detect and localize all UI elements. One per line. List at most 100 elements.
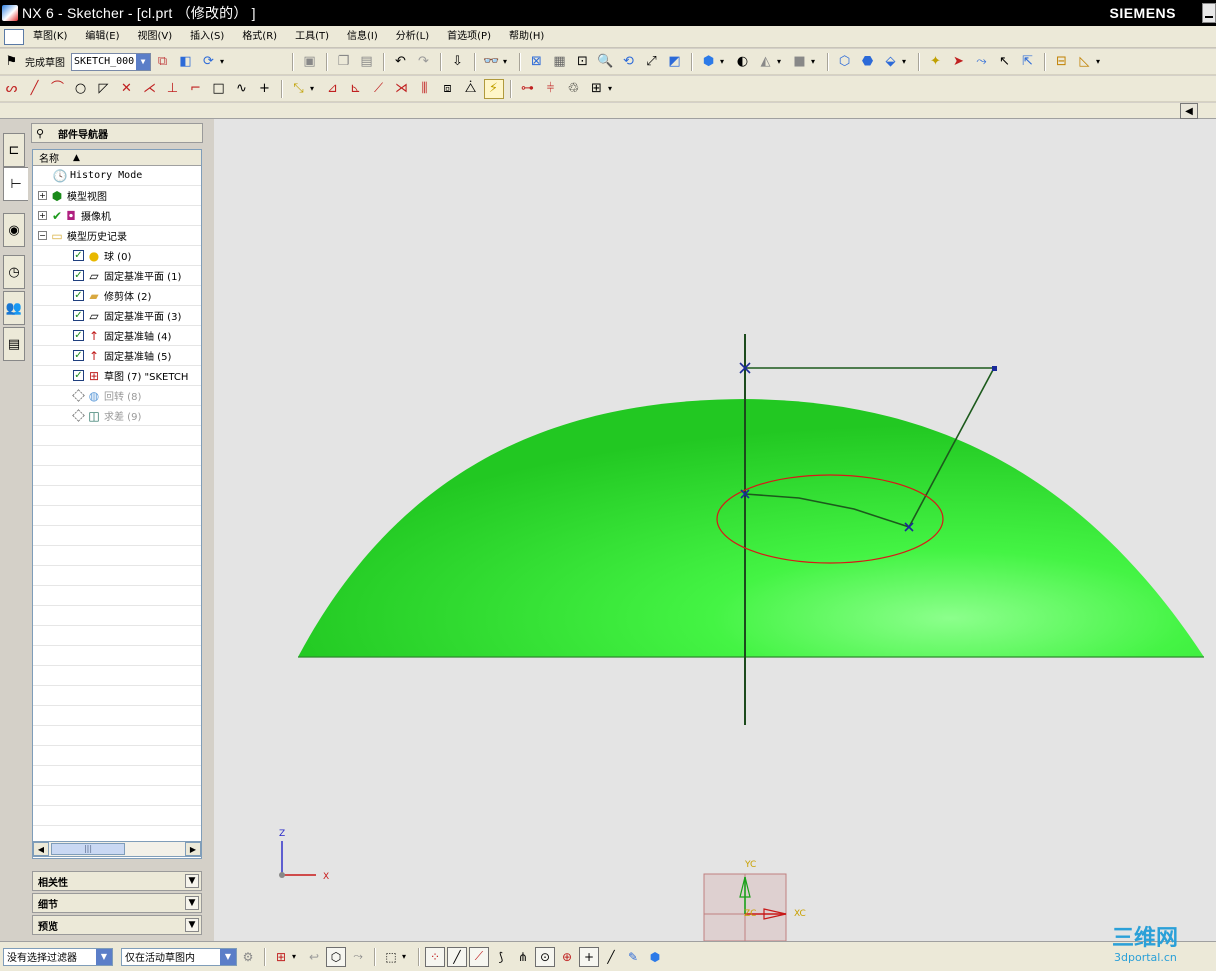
visibility-checkbox[interactable]: ✓ [73, 290, 84, 301]
roles-icon[interactable]: 👓 [482, 52, 502, 72]
pan-icon[interactable]: ⤢ [642, 52, 662, 72]
chevron-down-icon[interactable]: ▼ [96, 948, 112, 965]
reattach-icon[interactable]: ◧ [176, 52, 196, 72]
select-all-icon[interactable]: ⤳ [972, 52, 992, 72]
inferred-constraints-icon[interactable]: ⚡ [483, 78, 504, 99]
chevron-down-icon[interactable]: ▼ [185, 896, 199, 910]
horizontal-scrollbar[interactable]: ◀ ||| ▶ [32, 841, 202, 857]
chevron-down-icon[interactable]: ▾ [1096, 57, 1103, 66]
tree-row-model-history[interactable]: − ▭ 模型历史记录 [33, 226, 201, 246]
visibility-checkbox[interactable]: ✓ [73, 270, 84, 281]
tree-row-feature[interactable]: ✓ ⊞ 草图 (7) "SKETCH [33, 366, 201, 386]
panel-preview[interactable]: 预览 ▼ [32, 915, 202, 935]
zoom-icon[interactable]: 🔍 [596, 52, 616, 72]
pin-icon[interactable]: ⚲ [36, 127, 50, 140]
menu-insert[interactable]: 插入(S) [181, 26, 233, 48]
model-cube-icon[interactable]: ⬢ [645, 947, 665, 967]
chevron-down-icon[interactable]: ▾ [220, 57, 227, 66]
visibility-checkbox[interactable]: ✓ [73, 310, 84, 321]
constraints-icon[interactable]: ⊿ [323, 79, 343, 99]
expand-icon[interactable]: + [38, 211, 47, 220]
pen-icon[interactable]: ✎ [623, 947, 643, 967]
chevron-down-icon[interactable]: ▾ [503, 57, 510, 66]
chevron-down-icon[interactable]: ▾ [608, 84, 615, 93]
corner-icon[interactable]: ⊥ [163, 79, 183, 99]
save-icon[interactable]: ▣ [300, 52, 320, 72]
snap-point-icon[interactable]: ⊞ [271, 947, 291, 967]
expand-icon[interactable]: + [38, 191, 47, 200]
menu-sketch[interactable]: 草图(K) [24, 26, 76, 48]
collapse-arrow-icon[interactable]: ◀ [1180, 103, 1198, 119]
sphere-body[interactable] [298, 399, 1204, 657]
menu-help[interactable]: 帮助(H) [500, 26, 553, 48]
orient-view-icon[interactable]: ⬡ [835, 52, 855, 72]
zoom-window-icon[interactable]: ▦ [550, 52, 570, 72]
chevron-down-icon[interactable]: ▾ [310, 84, 317, 93]
chevron-down-icon[interactable]: ▾ [402, 952, 409, 961]
redo-icon[interactable]: ↷ [414, 52, 434, 72]
tree-row-history-mode[interactable]: 🕓 History Mode [33, 166, 201, 186]
rendering-style-icon[interactable]: ⬢ [699, 52, 719, 72]
line-icon[interactable]: ╱ [25, 79, 45, 99]
layer-icon[interactable]: ■ [790, 52, 810, 72]
chevron-down-icon[interactable]: ▼ [220, 948, 236, 965]
scroll-thumb[interactable]: ||| [51, 843, 125, 855]
angle-icon[interactable]: ◺ [1075, 52, 1095, 72]
copy-icon[interactable]: ❐ [334, 52, 354, 72]
rotate-icon[interactable]: ⟲ [619, 52, 639, 72]
scroll-left-icon[interactable]: ◀ [33, 842, 49, 856]
scroll-right-icon[interactable]: ▶ [185, 842, 201, 856]
visibility-checkbox[interactable]: ✓ [73, 250, 84, 261]
background-icon[interactable]: ◭ [756, 52, 776, 72]
assembly-navigator-tab-icon[interactable]: ⊏ [3, 133, 25, 167]
column-header-name[interactable]: 名称 ▲ [33, 150, 201, 166]
tree-row-feature-suppressed[interactable]: ✓ ◍ 回转 (8) [33, 386, 201, 406]
quick-extend-icon[interactable]: ⋌ [140, 79, 160, 99]
chevron-down-icon[interactable]: ▾ [777, 57, 784, 66]
chevron-down-icon[interactable]: ▾ [902, 57, 909, 66]
chevron-down-icon[interactable]: ▼ [136, 53, 150, 70]
system-materials-tab-icon[interactable]: ▤ [3, 327, 25, 361]
chevron-down-icon[interactable]: ▾ [720, 57, 727, 66]
panel-details[interactable]: 细节 ▼ [32, 893, 202, 913]
inferred-dimension-icon[interactable]: ⤡ [289, 79, 309, 99]
animate-dimension-icon[interactable]: ⫼ [415, 79, 435, 99]
update-model-icon[interactable]: ⟳ [199, 52, 219, 72]
tree-row-feature[interactable]: ✓ ▱ 固定基准平面 (3) [33, 306, 201, 326]
alternate-solution-icon[interactable]: ⧊ [461, 79, 481, 99]
existing-point-snap-icon[interactable]: ⊕ [557, 947, 577, 967]
navigator-tree[interactable]: 名称 ▲ 🕓 History Mode + ⬢ 模型视图 + ✔ ◘ 摄像机 −… [32, 149, 202, 859]
convert-reference-icon[interactable]: ⧈ [438, 79, 458, 99]
paste-icon[interactable]: ▤ [357, 52, 377, 72]
panel-dependencies[interactable]: 相关性 ▼ [32, 871, 202, 891]
history-tab-icon[interactable]: ◷ [3, 255, 25, 289]
suppressed-checkbox[interactable]: ✓ [72, 409, 85, 422]
point-on-surface-snap-icon[interactable]: ╱ [601, 947, 621, 967]
quadrant-snap-icon[interactable]: ⊙ [535, 946, 555, 967]
chevron-down-icon[interactable]: ▾ [811, 57, 818, 66]
end-point-snap-icon[interactable]: ⁘ [425, 946, 445, 967]
menu-tools[interactable]: 工具(T) [286, 26, 338, 48]
point-on-curve-snap-icon[interactable]: + [579, 946, 599, 967]
menu-format[interactable]: 格式(R) [233, 26, 286, 48]
menu-view[interactable]: 视图(V) [129, 26, 182, 48]
add-extracted-icon[interactable]: ♲ [564, 79, 584, 99]
graphics-canvas[interactable]: Z X YC XC ZC [214, 119, 1216, 941]
tree-row-feature[interactable]: ✓ ● 球 (0) [33, 246, 201, 266]
chevron-down-icon[interactable]: ▾ [292, 952, 299, 961]
reset-icon[interactable]: ↩ [304, 947, 324, 967]
visibility-checkbox[interactable]: ✓ [73, 370, 84, 381]
remove-constraints-icon[interactable]: ⋊ [392, 79, 412, 99]
collapse-icon[interactable]: − [38, 231, 47, 240]
control-point-snap-icon[interactable]: ⟋ [469, 946, 489, 967]
tree-row-feature[interactable]: ✓ ↑ 固定基准轴 (5) [33, 346, 201, 366]
tree-row-model-views[interactable]: + ⬢ 模型视图 [33, 186, 201, 206]
select-features-icon[interactable]: ⬡ [326, 946, 346, 967]
mid-point-snap-icon[interactable]: ╱ [447, 946, 467, 967]
type-filter-select[interactable]: 没有选择过滤器 ▼ [3, 947, 113, 966]
graphics-window[interactable]: Z X YC XC ZC [214, 119, 1216, 941]
rectangle-icon[interactable]: □ [209, 79, 229, 99]
pointer-icon[interactable]: ↖ [995, 52, 1015, 72]
scope-filter-select[interactable]: 仅在活动草图内 ▼ [121, 947, 237, 966]
menu-preferences[interactable]: 首选项(P) [438, 26, 500, 48]
